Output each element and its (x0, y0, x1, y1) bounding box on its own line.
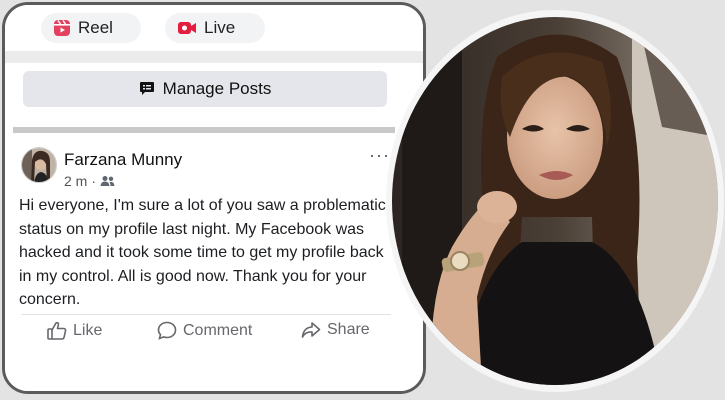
comment-label: Comment (183, 321, 253, 339)
share-button[interactable]: Share (301, 321, 370, 339)
more-options-button[interactable]: ··· (369, 145, 390, 166)
live-button[interactable]: Live (165, 13, 265, 43)
post-actions: Like Comment Share (5, 321, 423, 351)
like-label: Like (73, 321, 103, 339)
post: Farzana Munny 2 m · ··· Hi everyone, I'm… (5, 139, 423, 391)
like-button[interactable]: Like (47, 321, 102, 340)
reel-icon (53, 19, 71, 37)
manage-posts-button[interactable]: Manage Posts (23, 71, 387, 107)
post-text: Hi everyone, I'm sure a lot of you saw a… (19, 197, 386, 308)
author-name[interactable]: Farzana Munny (64, 150, 182, 170)
comment-button[interactable]: Comment (157, 321, 252, 340)
meta-separator: · (91, 173, 97, 189)
manage-posts-section: Manage Posts (5, 63, 423, 125)
feed-divider (13, 127, 395, 133)
reel-button[interactable]: Reel (41, 13, 141, 43)
section-separator (5, 51, 423, 63)
facebook-post-card: Reel Live Manage Posts Farzana Munny 2 m… (2, 2, 426, 394)
post-meta: 2 m · (64, 173, 115, 189)
manage-posts-label: Manage Posts (162, 79, 272, 98)
live-label: Live (204, 18, 236, 37)
video-camera-icon (177, 20, 197, 36)
actions-divider (21, 314, 391, 315)
thumbs-up-icon (47, 321, 67, 340)
composer-actions: Reel Live (5, 5, 423, 51)
share-icon (301, 321, 321, 339)
portrait-photo (392, 17, 718, 385)
post-time[interactable]: 2 m (64, 173, 87, 189)
chat-list-icon (139, 81, 155, 97)
comment-icon (157, 321, 177, 340)
share-label: Share (327, 321, 370, 338)
friends-icon[interactable] (100, 175, 115, 187)
reel-label: Reel (78, 18, 113, 37)
author-avatar[interactable] (21, 147, 57, 183)
